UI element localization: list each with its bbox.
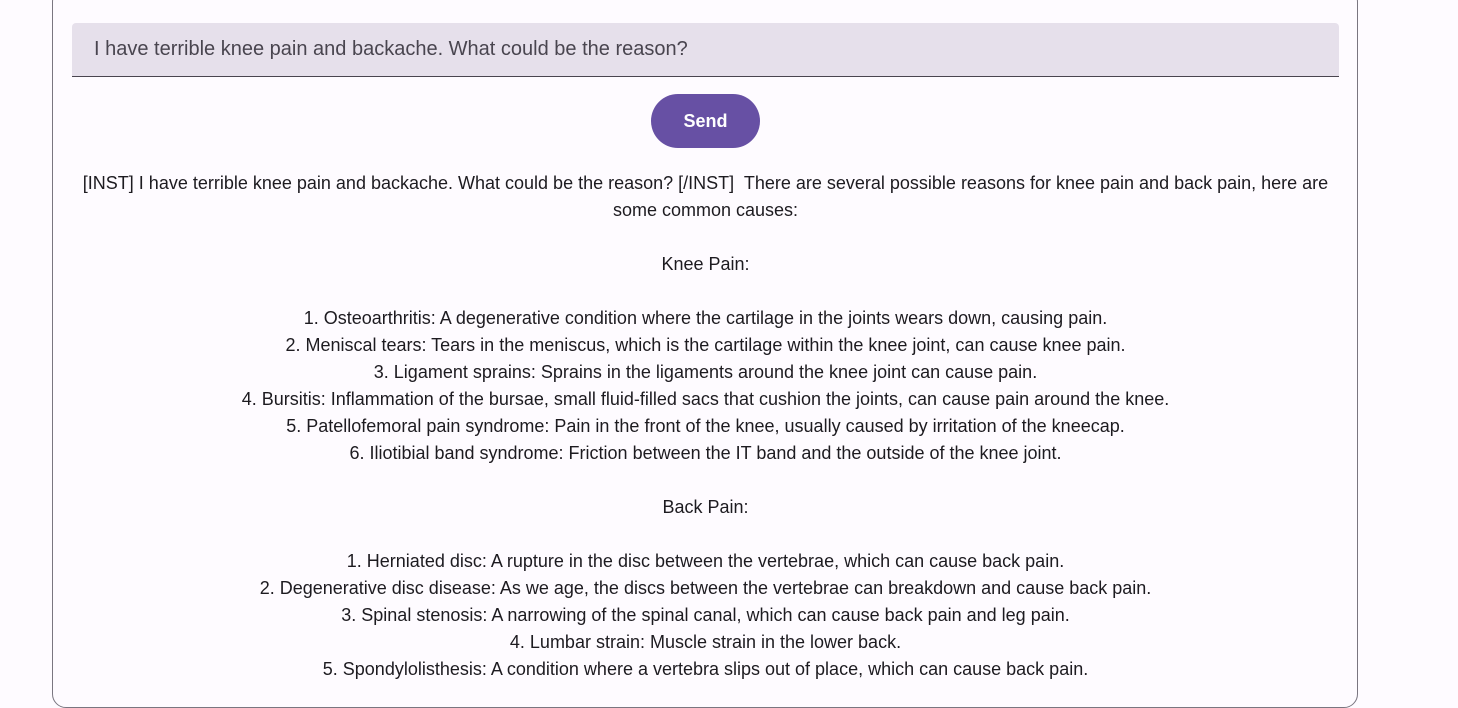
list-item: 4. Lumbar strain: Muscle strain in the l… (509, 632, 902, 652)
list-item: 5. Spondylolisthesis: A condition where … (322, 659, 1089, 679)
prompt-field[interactable] (72, 23, 1339, 77)
prompt-input[interactable] (72, 23, 1339, 76)
list-item: 3. Spinal stenosis: A narrowing of the s… (341, 605, 1070, 625)
knee-pain-heading: Knee Pain: (661, 254, 750, 274)
response-text: [INST] I have terrible knee pain and bac… (72, 170, 1339, 683)
list-item: 3. Ligament sprains: Sprains in the liga… (373, 362, 1038, 382)
list-item: 4. Bursitis: Inflammation of the bursae,… (241, 389, 1170, 409)
list-item: 1. Osteoarthritis: A degenerative condit… (303, 308, 1108, 328)
list-item: 5. Patellofemoral pain syndrome: Pain in… (286, 416, 1125, 436)
send-button[interactable]: Send (651, 94, 760, 148)
response-intro: [INST] I have terrible knee pain and bac… (82, 173, 1334, 220)
list-item: 1. Herniated disc: A rupture in the disc… (346, 551, 1065, 571)
back-pain-heading: Back Pain: (662, 497, 749, 517)
list-item: 2. Meniscal tears: Tears in the meniscus… (285, 335, 1126, 355)
list-item: 6. Iliotibial band syndrome: Friction be… (349, 443, 1062, 463)
list-item: 2. Degenerative disc disease: As we age,… (259, 578, 1152, 598)
